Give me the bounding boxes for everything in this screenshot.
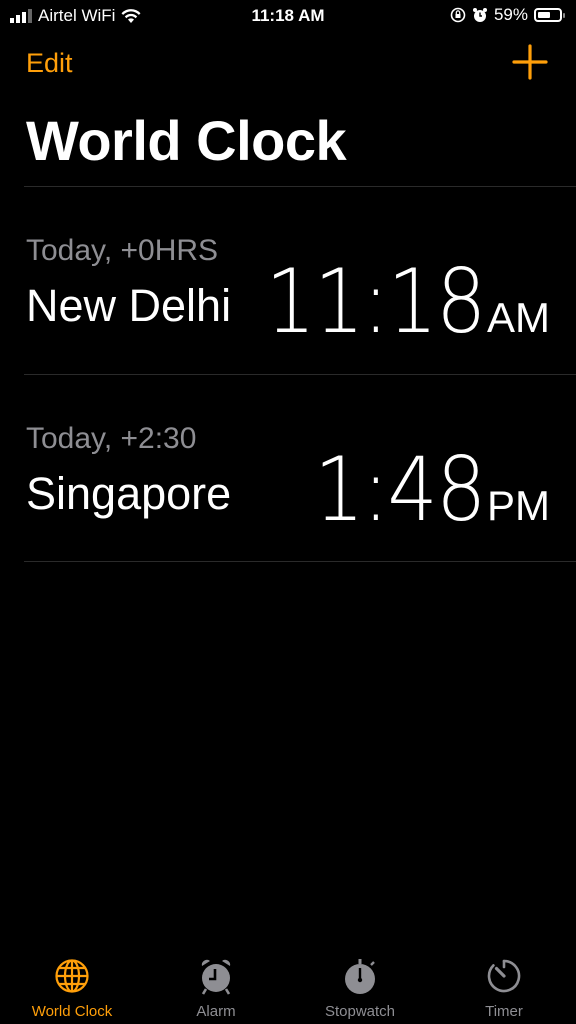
page-title: World Clock <box>26 109 347 172</box>
clock-row[interactable]: Today, +0HRS New Delhi 11:18 AM <box>0 188 576 374</box>
divider <box>24 374 576 375</box>
battery-icon <box>534 8 565 22</box>
tab-bar: World Clock Alarm Stopwatch Timer <box>0 940 576 1024</box>
city-time: 11:18 AM <box>241 250 550 353</box>
tab-label: World Clock <box>31 1003 113 1020</box>
am-pm: PM <box>487 482 550 529</box>
city-time: 1:48 PM <box>295 438 550 541</box>
timer-icon <box>487 959 521 993</box>
tab-stopwatch[interactable]: Stopwatch <box>288 940 432 1024</box>
status-bar: Airtel WiFi 11:18 AM 59% <box>0 0 576 34</box>
tab-timer[interactable]: Timer <box>432 940 576 1024</box>
time-value: 11:18 <box>265 250 487 353</box>
divider <box>24 561 576 562</box>
city-name: Singapore <box>26 468 232 519</box>
tab-label: Stopwatch <box>324 1003 396 1020</box>
divider <box>24 186 576 187</box>
plus-icon[interactable] <box>512 44 548 80</box>
tab-label: Alarm <box>196 1003 236 1020</box>
battery-percent: 59% <box>493 5 528 24</box>
time-value: 1:48 <box>314 438 486 541</box>
time-offset: Today, +2:30 <box>26 422 197 455</box>
stopwatch-icon <box>345 959 375 994</box>
globe-icon <box>55 959 89 993</box>
city-name: New Delhi <box>26 280 232 331</box>
navigation-bar: Edit <box>0 44 576 88</box>
alarm-icon <box>472 8 487 22</box>
tab-alarm[interactable]: Alarm <box>144 940 288 1024</box>
alarm-clock-icon <box>201 959 231 995</box>
time-offset: Today, +0HRS <box>26 234 219 267</box>
tab-label: Timer <box>485 1003 523 1020</box>
tab-world-clock[interactable]: World Clock <box>0 940 144 1024</box>
edit-button[interactable]: Edit <box>26 48 73 79</box>
orientation-lock-icon <box>450 7 466 23</box>
am-pm: AM <box>487 294 550 341</box>
clock-row[interactable]: Today, +2:30 Singapore 1:48 PM <box>0 376 576 562</box>
